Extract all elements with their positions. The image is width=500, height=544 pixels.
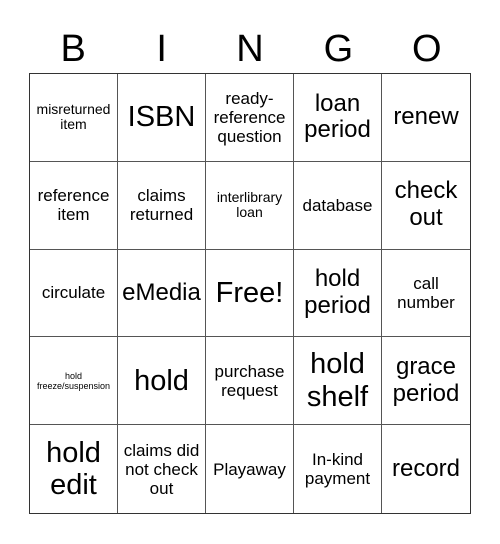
bingo-cell[interactable]: eMedia: [118, 249, 206, 338]
bingo-cell-free[interactable]: Free!: [206, 249, 294, 338]
bingo-cell[interactable]: call number: [382, 250, 470, 338]
bingo-cell[interactable]: circulate: [30, 249, 118, 338]
bingo-cell[interactable]: hold period: [294, 249, 382, 338]
bingo-cell[interactable]: claims did not check out: [118, 425, 206, 513]
header-letter-i: I: [156, 28, 167, 70]
bingo-cell[interactable]: hold: [118, 337, 206, 426]
bingo-cell[interactable]: hold freeze/suspension: [30, 337, 118, 426]
bingo-cell[interactable]: loan period: [294, 74, 382, 162]
header-letter-n: N: [236, 28, 264, 70]
header-letter-b: B: [60, 28, 86, 70]
bingo-cell[interactable]: claims returned: [118, 161, 206, 250]
bingo-cell[interactable]: purchase request: [206, 337, 294, 426]
bingo-cell[interactable]: hold shelf: [294, 337, 382, 426]
bingo-cell[interactable]: In-kind payment: [294, 425, 382, 513]
bingo-cell[interactable]: hold edit: [30, 425, 118, 513]
bingo-cell[interactable]: ready-reference question: [206, 74, 294, 162]
bingo-cell[interactable]: reference item: [30, 161, 118, 250]
bingo-cell[interactable]: database: [294, 161, 382, 250]
bingo-cell[interactable]: misreturned item: [30, 74, 118, 162]
bingo-cell[interactable]: ISBN: [118, 74, 206, 162]
bingo-header: B I N G O: [29, 24, 471, 74]
bingo-cell[interactable]: interlibrary loan: [206, 161, 294, 250]
bingo-cell[interactable]: check out: [382, 162, 470, 250]
bingo-cell[interactable]: grace period: [382, 337, 470, 426]
bingo-cell[interactable]: renew: [382, 74, 470, 162]
bingo-cell[interactable]: Playaway: [206, 425, 294, 513]
header-letter-o: O: [412, 28, 442, 70]
bingo-grid: misreturned item ISBN ready-reference ques…: [29, 73, 471, 514]
bingo-cell[interactable]: record: [382, 425, 470, 513]
header-letter-g: G: [323, 28, 354, 70]
